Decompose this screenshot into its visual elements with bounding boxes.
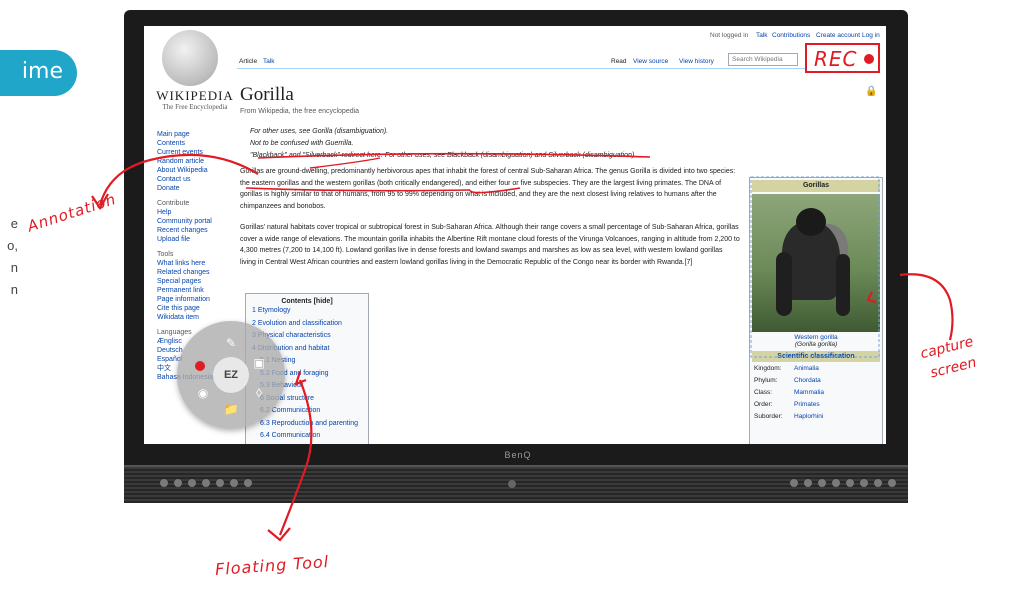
annotation-label: Annotation	[25, 189, 119, 236]
hatnote: "Blackback" and "Silverback" redirect he…	[250, 152, 637, 159]
tab-talk[interactable]: Talk	[263, 58, 275, 65]
gorilla-photo[interactable]	[752, 194, 880, 332]
talk-link[interactable]: Talk	[756, 32, 768, 39]
row-key: Phylum:	[754, 377, 778, 384]
eraser-icon[interactable]: ◊	[251, 385, 267, 401]
tab-read[interactable]: Read	[611, 58, 627, 65]
rec-indicator[interactable]: REC	[805, 43, 880, 73]
toc-item[interactable]: 2 Evolution and classification	[246, 318, 368, 331]
row-key: Kingdom:	[754, 365, 782, 372]
gorilla-arm	[776, 252, 792, 316]
pen-icon[interactable]: ✎	[223, 335, 239, 351]
lock-icon: 🔒	[865, 86, 878, 97]
toc-title[interactable]: Contents [hide]	[246, 298, 368, 305]
sidebar-item-special-pages[interactable]: Special pages	[157, 277, 213, 286]
rec-label: REC	[814, 47, 858, 71]
toc-item[interactable]: 6.4 Communication	[246, 430, 368, 443]
wikipedia-globe-icon[interactable]	[162, 30, 218, 86]
habitat-paragraph: Gorillas' natural habitats cover tropica…	[240, 224, 740, 266]
hatnote: For other uses, see Gorilla (disambiguat…	[250, 128, 389, 135]
front-buttons-right[interactable]	[790, 477, 896, 489]
row-value[interactable]: Mammalia	[794, 389, 824, 401]
sidebar-item-current-events[interactable]: Current events	[157, 148, 213, 157]
infobox: Gorillas Western gorilla (Gorilla gorill…	[749, 177, 883, 444]
sidebar-item-wikidata[interactable]: Wikidata item	[157, 313, 213, 322]
wikipedia-tagline: The Free Encyclopedia	[162, 103, 228, 111]
folder-icon[interactable]: 📁	[223, 401, 239, 417]
wikipedia-wordmark[interactable]: WIKIPEDIA	[150, 88, 240, 104]
sidebar-item-recent-changes[interactable]: Recent changes	[157, 226, 213, 235]
infobox-caption[interactable]: Western gorilla	[750, 334, 882, 341]
sidebar-heading-tools: Tools	[157, 251, 174, 258]
row-value[interactable]: Haplorhini	[794, 413, 823, 425]
screen-icon[interactable]: ▣	[251, 355, 267, 371]
sidebar-item-related-changes[interactable]: Related changes	[157, 268, 213, 277]
tab-view-history[interactable]: View history	[679, 58, 714, 65]
sidebar-item-what-links-here[interactable]: What links here	[157, 259, 213, 268]
sidebar-item-contents[interactable]: Contents	[157, 139, 213, 148]
row-value[interactable]: Primates	[794, 401, 820, 413]
infobox-caption-species: (Gorilla gorilla)	[794, 341, 838, 348]
row-value[interactable]: Animalia	[794, 365, 819, 377]
log-in-link[interactable]: Log in	[862, 32, 880, 39]
record-dot-icon[interactable]	[195, 361, 205, 371]
row-key: Order:	[754, 401, 773, 408]
row-key: Class:	[754, 389, 773, 396]
row-key: Suborder:	[754, 413, 783, 420]
sidebar-item-about[interactable]: About Wikipedia	[157, 166, 213, 175]
contributions-link[interactable]: Contributions	[772, 32, 810, 39]
gorilla-arm	[836, 254, 850, 316]
not-logged-in: Not logged in	[710, 32, 749, 39]
gorilla-head	[796, 208, 826, 236]
toc-item[interactable]: 6.3 Reproduction and parenting	[246, 418, 368, 431]
hatnote: Not to be confused with Guerrilla.	[250, 140, 354, 147]
ez-button[interactable]: EZ	[213, 357, 249, 393]
monitor-brand: BenQ	[504, 450, 532, 460]
fragment-text: n	[10, 282, 18, 297]
sidebar-item-random-article[interactable]: Random article	[157, 157, 213, 166]
tab-article[interactable]: Article	[239, 58, 257, 65]
fragment-text: n	[10, 260, 18, 275]
fragment-text: e	[10, 216, 18, 231]
feature-pill: ime	[0, 50, 77, 96]
toc-item[interactable]: 1 Etymology	[246, 305, 368, 318]
sidebar-item-upload-file[interactable]: Upload file	[157, 235, 213, 244]
scientific-classification-header[interactable]: Scientific classification	[752, 351, 880, 362]
classification-row: Suborder: Haplorhini	[750, 413, 882, 425]
sidebar-item-donate[interactable]: Donate	[157, 184, 213, 193]
pill-text: ime	[21, 59, 63, 84]
floating-arrow-tail	[267, 527, 291, 542]
classification-row: Phylum: Chordata	[750, 377, 882, 389]
search-input[interactable]: Search Wikipedia	[728, 53, 798, 66]
floating-tool-label: Floating Tool	[214, 552, 330, 579]
from-line: From Wikipedia, the free encyclopedia	[240, 108, 360, 115]
intro-paragraph: Gorillas are ground-dwelling, predominan…	[240, 168, 736, 210]
sidebar-item-page-information[interactable]: Page information	[157, 295, 213, 304]
sidebar-item-permanent-link[interactable]: Permanent link	[157, 286, 213, 295]
sidebar-item-main-page[interactable]: Main page	[157, 130, 213, 139]
create-account-link[interactable]: Create account	[816, 32, 860, 39]
sidebar-item-contact[interactable]: Contact us	[157, 175, 213, 184]
sidebar-item-community-portal[interactable]: Community portal	[157, 217, 213, 226]
classification-row: Kingdom: Animalia	[750, 365, 882, 377]
page-title: Gorilla	[240, 84, 294, 105]
tab-view-source[interactable]: View source	[633, 58, 668, 65]
power-led	[508, 480, 516, 488]
classification-row: Order: Primates	[750, 401, 882, 413]
sidebar-heading-contribute: Contribute	[157, 200, 190, 207]
front-buttons-left[interactable]	[160, 477, 252, 489]
infobox-title: Gorillas	[752, 180, 880, 192]
classification-row: Class: Mammalia	[750, 389, 882, 401]
row-value[interactable]: Chordata	[794, 377, 821, 389]
floating-tool[interactable]: EZ ✎ ▣ ◊ 📁 ◉	[177, 321, 285, 429]
camera-icon[interactable]: ◉	[195, 385, 211, 401]
record-dot-icon	[864, 54, 874, 64]
fragment-text: o,	[7, 238, 18, 253]
sidebar-item-help[interactable]: Help	[157, 208, 213, 217]
sidebar-item-cite[interactable]: Cite this page	[157, 304, 213, 313]
